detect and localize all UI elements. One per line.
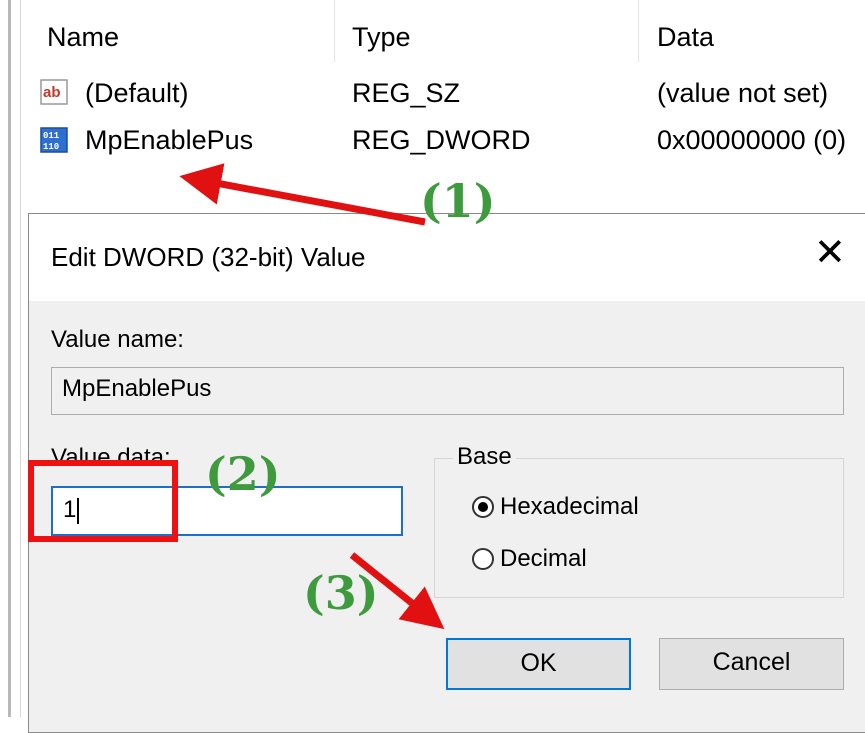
annotation-arrows bbox=[179, 163, 445, 630]
arrow-to-registry-value bbox=[179, 163, 426, 226]
step-1-label: (1) bbox=[420, 174, 496, 228]
step-2-label: (2) bbox=[205, 447, 281, 501]
step-3-label: (3) bbox=[303, 566, 379, 620]
